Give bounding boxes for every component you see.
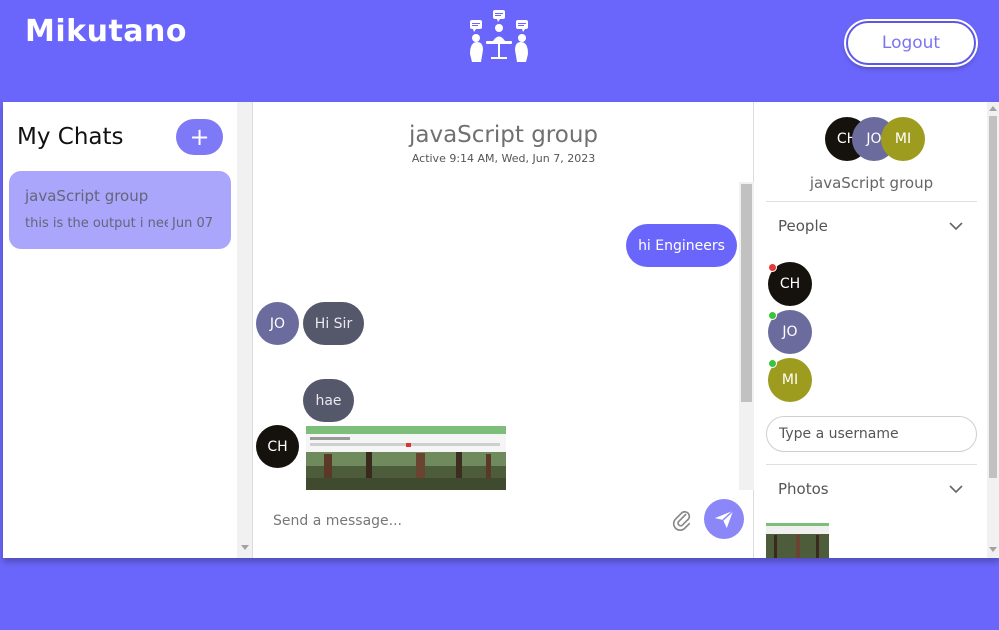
paperclip-icon[interactable] — [671, 509, 693, 531]
image-attachment[interactable] — [306, 426, 506, 490]
message-composer — [253, 494, 754, 558]
avatar[interactable]: CH — [256, 425, 299, 468]
photos-section-header[interactable]: Photos — [778, 480, 829, 498]
message-input[interactable] — [273, 508, 663, 534]
photo-thumbnail[interactable] — [766, 523, 829, 558]
message-bubble-incoming: Hi Sir — [303, 302, 364, 345]
scroll-down-arrow-icon[interactable] — [241, 545, 249, 550]
scroll-down-arrow-icon[interactable] — [989, 547, 997, 552]
chat-list-scrollbar[interactable] — [237, 102, 252, 558]
message-scrollbar[interactable] — [739, 182, 754, 490]
logout-button[interactable]: Logout — [846, 21, 976, 65]
app-title: Mikutano — [25, 14, 187, 49]
avatar[interactable]: JO — [256, 302, 299, 345]
group-avatar-stack: CH JO MI — [825, 117, 935, 163]
send-icon — [714, 510, 734, 529]
avatar-initials: JO — [782, 324, 798, 340]
conversation-title: javaScript group — [408, 122, 598, 148]
chat-item-preview: this is the output i need — [25, 216, 168, 231]
offline-status-icon — [768, 263, 777, 272]
avatar-initials: MI — [894, 131, 912, 147]
meeting-logo-icon — [470, 10, 528, 62]
divider — [766, 464, 977, 465]
online-status-icon — [768, 359, 777, 368]
scroll-up-arrow-icon[interactable] — [989, 106, 997, 111]
plus-icon: + — [189, 123, 210, 151]
avatar-initials: CH — [267, 438, 288, 455]
message-bubble-incoming: hae — [303, 379, 354, 422]
message-text: hae — [315, 392, 342, 409]
online-status-icon — [768, 311, 777, 320]
new-group-button[interactable]: + — [176, 119, 223, 155]
chat-item-date: Jun 07 — [172, 216, 213, 231]
add-user-input[interactable] — [766, 416, 977, 452]
avatar-initials: MI — [781, 372, 799, 388]
conversation-status: Active 9:14 AM, Wed, Jun 7, 2023 — [411, 152, 596, 165]
chat-item-name: javaScript group — [25, 187, 149, 205]
divider — [766, 201, 977, 202]
group-details-panel: CH JO MI javaScript group People CH JO M… — [754, 102, 999, 558]
scrollbar-thumb[interactable] — [989, 116, 997, 478]
message-text: hi Engineers — [638, 237, 725, 254]
chevron-down-icon[interactable] — [949, 221, 963, 231]
details-scrollbar[interactable] — [987, 102, 999, 558]
message-bubble-outgoing: hi Engineers — [626, 224, 737, 267]
avatar-initials: JO — [866, 131, 882, 147]
people-section-header[interactable]: People — [778, 217, 828, 235]
group-name: javaScript group — [809, 174, 934, 192]
message-text: Hi Sir — [314, 315, 353, 332]
chat-list-panel: My Chats + javaScript group this is the … — [3, 102, 253, 558]
chevron-down-icon[interactable] — [949, 484, 963, 494]
chat-window: My Chats + javaScript group this is the … — [3, 102, 999, 558]
send-button[interactable] — [704, 499, 744, 539]
avatar: MI — [881, 117, 925, 161]
chat-list-item[interactable]: javaScript group this is the output i ne… — [9, 171, 231, 249]
message-list: hi Engineers JO Hi Sir hae CH — [253, 182, 754, 490]
chat-list-title: My Chats — [17, 124, 124, 150]
scrollbar-thumb[interactable] — [741, 184, 752, 402]
conversation-panel: javaScript group Active 9:14 AM, Wed, Ju… — [253, 102, 754, 558]
top-bar: Mikutano Logout — [0, 0, 999, 100]
avatar-initials: CH — [779, 276, 801, 292]
avatar-initials: JO — [269, 315, 286, 332]
